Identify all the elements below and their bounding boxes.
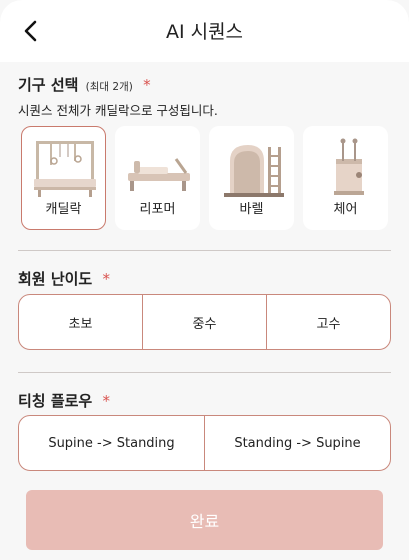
barrel-icon	[224, 145, 284, 197]
reformer-icon	[128, 158, 190, 191]
flow-section-title: 티칭 플로우 *	[18, 390, 110, 411]
difficulty-option-advanced[interactable]: 고수	[266, 295, 390, 349]
flow-option-standing-to-supine[interactable]: Standing -> Supine	[204, 416, 390, 470]
difficulty-section-title: 회원 난이도 *	[18, 268, 110, 289]
complete-button[interactable]: 완료	[26, 490, 383, 550]
flow-title-text: 티칭 플로우	[18, 392, 93, 410]
equipment-label-chair: 체어	[333, 202, 358, 217]
equipment-subtitle: (최대 2개)	[85, 81, 133, 93]
equipment-card-reformer[interactable]: 리포머	[115, 126, 200, 230]
cadillac-icon	[34, 141, 96, 197]
equipment-card-cadillac[interactable]: 캐딜락	[21, 126, 106, 230]
equipment-card-barrel[interactable]: 바렐	[209, 126, 294, 230]
difficulty-option-intermediate[interactable]: 중수	[142, 295, 266, 349]
equipment-label-barrel: 바렐	[239, 202, 264, 217]
equipment-card-chair[interactable]: 체어	[303, 126, 388, 230]
difficulty-segmented-control: 초보 중수 고수	[18, 294, 391, 350]
divider	[18, 250, 391, 251]
equipment-section-title: 기구 선택 (최대 2개) *	[18, 74, 151, 95]
header: AI 시퀀스	[0, 0, 409, 62]
difficulty-title-text: 회원 난이도	[18, 270, 93, 288]
equipment-label-cadillac: 캐딜락	[45, 202, 82, 217]
required-mark: *	[102, 392, 110, 410]
chair-icon	[334, 138, 364, 195]
equipment-label-reformer: 리포머	[139, 202, 176, 217]
difficulty-option-beginner[interactable]: 초보	[19, 295, 142, 349]
flow-option-supine-to-standing[interactable]: Supine -> Standing	[19, 416, 204, 470]
divider	[18, 372, 391, 373]
equipment-list: 캐딜락 리포머 바렐 체어	[21, 126, 388, 232]
equipment-title-text: 기구 선택	[18, 76, 79, 94]
page-title: AI 시퀀스	[165, 21, 244, 43]
screen: AI 시퀀스 기구 선택 (최대 2개) * 시퀀스 전체가 캐딜락으로 구성됩…	[0, 0, 409, 560]
equipment-description: 시퀀스 전체가 캐딜락으로 구성됩니다.	[18, 103, 218, 118]
required-mark: *	[102, 270, 110, 288]
required-mark: *	[143, 76, 151, 94]
flow-segmented-control: Supine -> Standing Standing -> Supine	[18, 415, 391, 471]
